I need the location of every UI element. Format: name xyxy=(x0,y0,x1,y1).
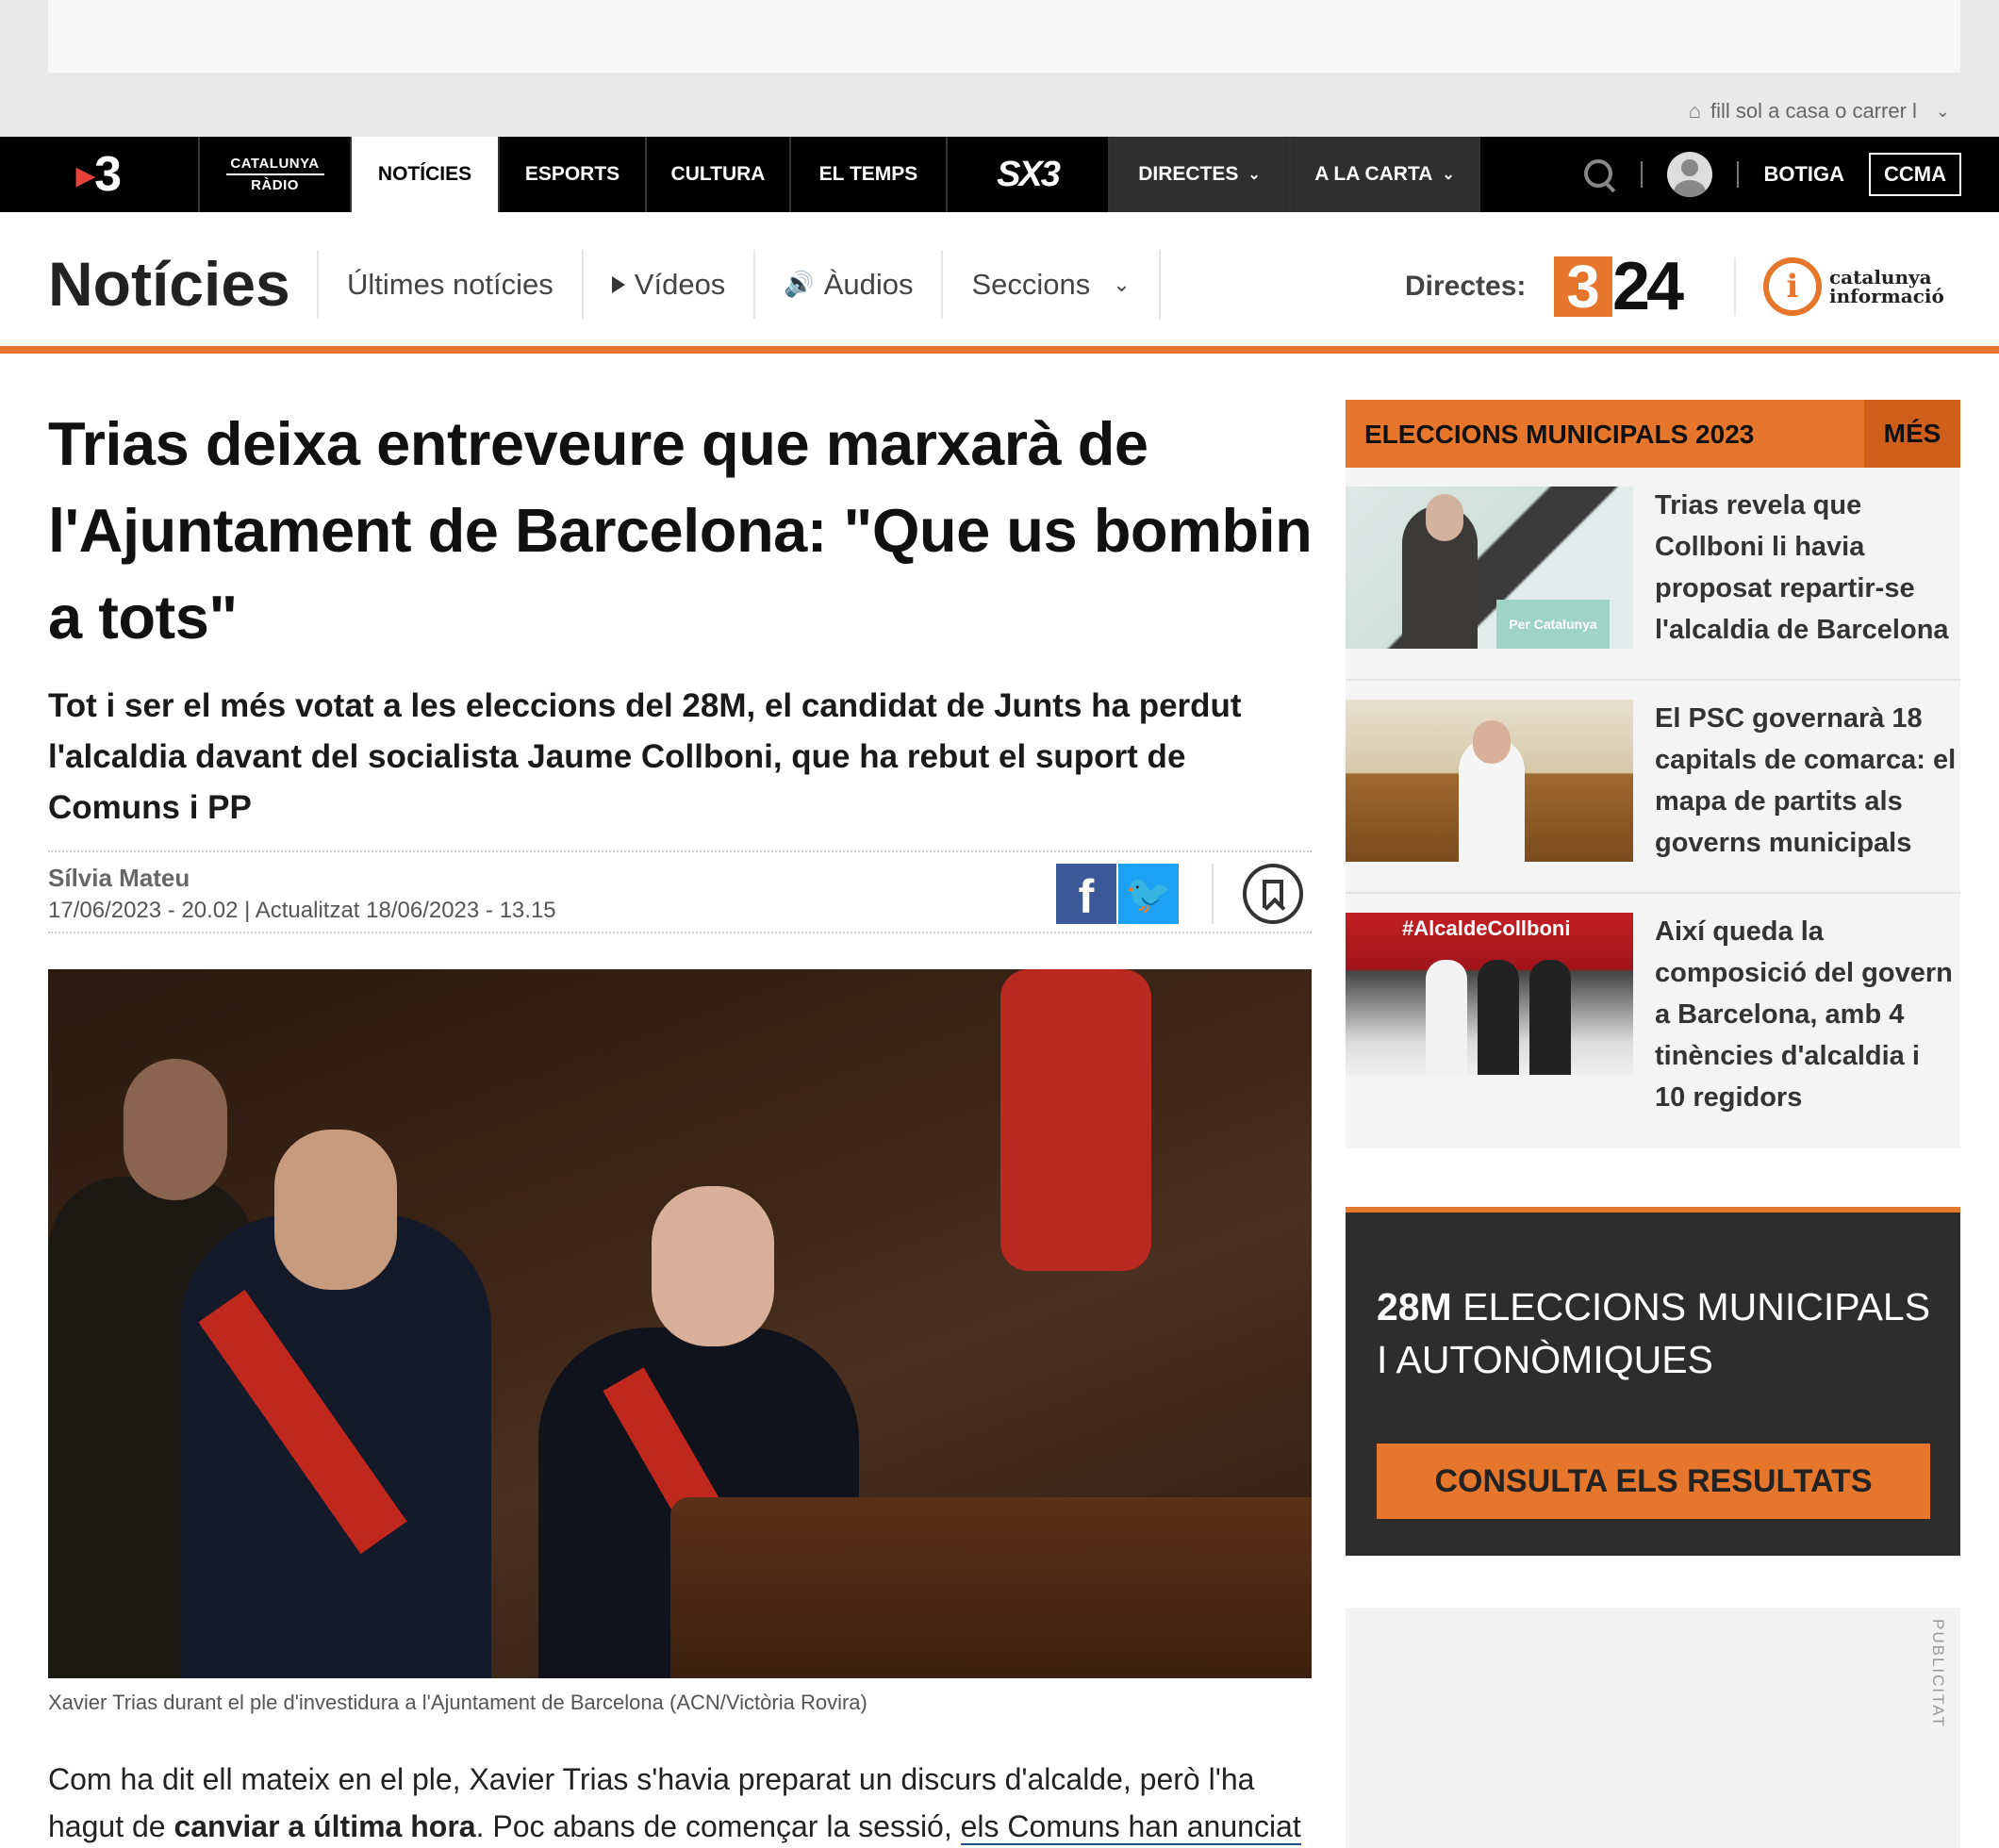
catalunya-informacio-logo[interactable]: i catalunya informació xyxy=(1763,257,1944,316)
menu-ultimes-noticies[interactable]: Últimes notícies xyxy=(317,250,582,319)
tag-icon: ⌂ xyxy=(1688,99,1702,123)
botiga-link[interactable]: BOTIGA xyxy=(1763,162,1844,187)
results-title: 28M ELECCIONS MUNICIPALS I AUTONÒMIQUES xyxy=(1377,1285,1931,1381)
sidebar-story[interactable]: Per Catalunya Trias revela que Collboni … xyxy=(1346,468,1960,681)
election-results-box: 28M ELECCIONS MUNICIPALS I AUTONÒMIQUES … xyxy=(1346,1207,1960,1556)
menu-videos-label: Vídeos xyxy=(634,267,726,301)
chevron-down-icon: ⌄ xyxy=(1935,101,1950,121)
top-ad-band: ⌂ fill sol a casa o carrer l ⌄ xyxy=(0,0,1999,137)
story-thumbnail[interactable]: Per Catalunya xyxy=(1346,487,1633,649)
article-photo[interactable] xyxy=(48,969,1312,1678)
ad-tag-label: fill sol a casa o carrer l xyxy=(1710,99,1917,123)
top-nav-right: BOTIGA CCMA xyxy=(1582,137,1961,212)
nav-esports[interactable]: ESPORTS xyxy=(500,137,647,212)
bookmark-icon[interactable] xyxy=(1243,864,1303,924)
facebook-share-icon[interactable]: f xyxy=(1056,864,1116,924)
article-subhead: Tot i ser el més votat a les eleccions d… xyxy=(48,687,1242,826)
menu-seccions-label: Seccions xyxy=(971,267,1091,301)
section-menu: Últimes notícies Vídeos 🔊 Àudios Seccion… xyxy=(317,250,1161,319)
sidebar-header-title[interactable]: ELECCIONS MUNICIPALS 2023 xyxy=(1364,420,1754,450)
directes-label: Directes: xyxy=(1405,271,1527,302)
sidebar-story[interactable]: El PSC governarà 18 capitals de comarca:… xyxy=(1346,681,1960,894)
story-thumbnail[interactable] xyxy=(1346,700,1633,862)
story-title[interactable]: Trias revela que Collboni li havia propo… xyxy=(1655,485,1957,651)
nav-cultura[interactable]: CULTURA xyxy=(647,137,791,212)
sx3-logo[interactable]: SX3 xyxy=(948,137,1110,212)
ccma-button[interactable]: CCMA xyxy=(1869,153,1961,196)
ad-label: PUBLICITAT xyxy=(1929,1619,1947,1728)
tv3-logo-mark: ▸3 xyxy=(76,147,122,202)
sidebar-story[interactable]: #AlcaldeCollboni Així queda la composici… xyxy=(1346,894,1960,1113)
article-body: Com ha dit ell mateix en el ple, Xavier … xyxy=(48,1762,1301,1845)
menu-audios[interactable]: 🔊 Àudios xyxy=(753,250,941,319)
body-link[interactable]: els Comuns han anunciat xyxy=(960,1809,1301,1845)
body-bold: canviar a última hora xyxy=(173,1809,476,1843)
article-headline: Trias deixa entreveure que marxarà de l'… xyxy=(48,409,1313,652)
ci-line-2: informació xyxy=(1829,285,1944,307)
byline: Sílvia Mateu 17/06/2023 - 20.02 | Actual… xyxy=(48,850,1312,933)
twitter-share-icon[interactable]: 🐦 xyxy=(1118,864,1179,924)
user-avatar-icon[interactable] xyxy=(1667,152,1713,197)
nav-noticies[interactable]: NOTÍCIES xyxy=(352,137,500,212)
story-thumbnail[interactable]: #AlcaldeCollboni xyxy=(1346,913,1633,1075)
radio-line-1: CATALUNYA xyxy=(230,156,320,172)
tv3-logo[interactable]: ▸3 xyxy=(0,137,200,212)
photo-caption: Xavier Trias durant el ple d'investidura… xyxy=(48,1691,867,1714)
elections-sidebar: ELECCIONS MUNICIPALS 2023 MÉS Per Catalu… xyxy=(1346,400,1960,1148)
sidebar-header: ELECCIONS MUNICIPALS 2023 MÉS xyxy=(1346,400,1960,468)
nav-a-la-carta[interactable]: A LA CARTA ⌄ xyxy=(1291,137,1480,212)
section-title[interactable]: Notícies xyxy=(48,248,290,320)
menu-audios-label: Àudios xyxy=(823,267,914,301)
ad-slot[interactable] xyxy=(48,0,1960,73)
menu-seccions[interactable]: Seccions ⌄ xyxy=(941,250,1161,319)
author-name[interactable]: Sílvia Mateu xyxy=(48,864,190,893)
nav-directes-label: DIRECTES xyxy=(1138,163,1239,185)
publish-dates: 17/06/2023 - 20.02 | Actualitzat 18/06/2… xyxy=(48,898,556,923)
body-line-1: Com ha dit ell mateix en el ple, Xavier … xyxy=(48,1762,1255,1796)
sidebar-ad[interactable]: PUBLICITAT xyxy=(1346,1608,1960,1848)
channel-324-logo[interactable]: 3 24 xyxy=(1554,249,1708,324)
catalunya-radio-logo[interactable]: CATALUNYA RÀDIO xyxy=(200,137,352,212)
chevron-down-icon: ⌄ xyxy=(1442,167,1455,183)
speaker-icon: 🔊 xyxy=(784,270,815,298)
nav-el-temps[interactable]: EL TEMPS xyxy=(791,137,948,212)
section-header: Notícies Últimes notícies Vídeos 🔊 Àudio… xyxy=(0,212,1999,354)
chevron-down-icon: ⌄ xyxy=(1247,167,1261,183)
ci-logo-icon: i xyxy=(1763,257,1822,316)
chevron-down-icon: ⌄ xyxy=(1113,272,1131,296)
play-icon xyxy=(611,275,625,293)
story-title[interactable]: Així queda la composició del govern a Ba… xyxy=(1655,911,1957,1118)
sidebar-more-button[interactable]: MÉS xyxy=(1864,400,1960,468)
nav-directes[interactable]: DIRECTES ⌄ xyxy=(1110,137,1291,212)
search-icon[interactable] xyxy=(1582,157,1616,191)
top-nav: ▸3 CATALUNYA RÀDIO NOTÍCIES ESPORTS CULT… xyxy=(0,137,1999,212)
consult-results-button[interactable]: CONSULTA ELS RESULTATS xyxy=(1377,1444,1930,1519)
channel-324-three: 3 xyxy=(1554,253,1612,321)
story-title[interactable]: El PSC governarà 18 capitals de comarca:… xyxy=(1655,698,1957,864)
ad-tag[interactable]: ⌂ fill sol a casa o carrer l ⌄ xyxy=(1689,99,1950,124)
menu-videos[interactable]: Vídeos xyxy=(581,250,754,319)
menu-ultimes-label: Últimes notícies xyxy=(347,267,553,301)
radio-line-2: RÀDIO xyxy=(251,177,299,193)
nav-a-la-carta-label: A LA CARTA xyxy=(1314,163,1433,185)
channel-324-twentyfour: 24 xyxy=(1612,249,1684,324)
